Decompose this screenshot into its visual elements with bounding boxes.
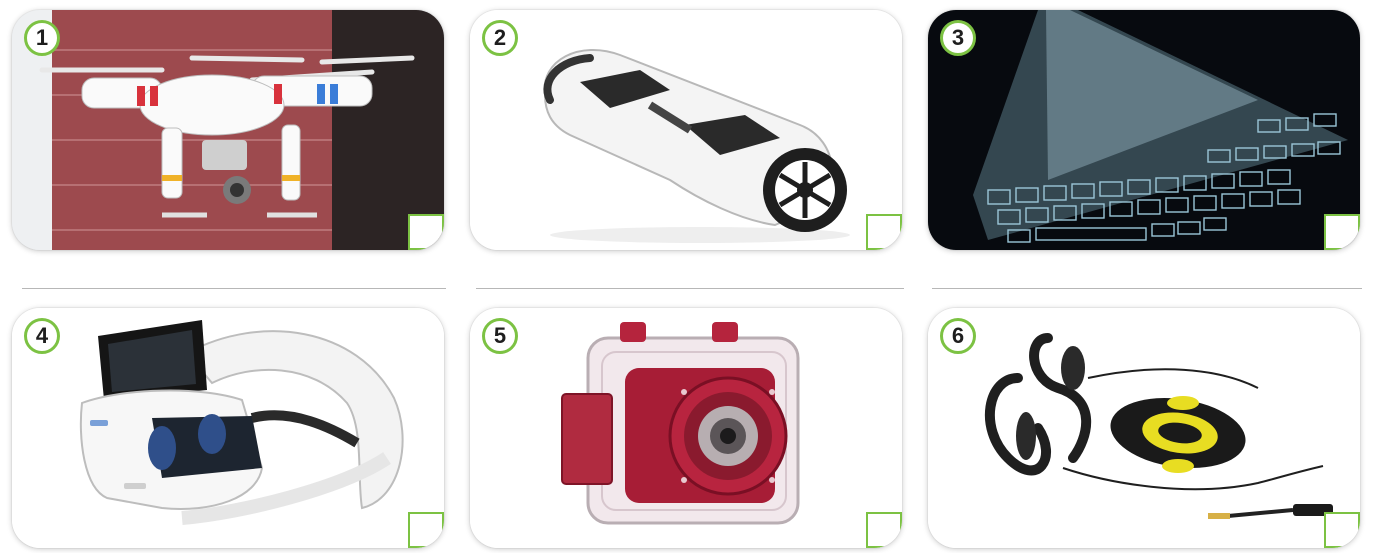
answer-checkbox[interactable] bbox=[866, 214, 902, 250]
item-number-badge: 4 bbox=[24, 318, 60, 354]
waterproof-headphones-image bbox=[928, 308, 1360, 548]
row-divider bbox=[476, 288, 904, 289]
answer-checkbox[interactable] bbox=[1324, 512, 1360, 548]
item-card-6: 6 bbox=[928, 308, 1360, 548]
item-number-badge: 2 bbox=[482, 20, 518, 56]
item-number-badge: 5 bbox=[482, 318, 518, 354]
projection-keyboard-image bbox=[928, 10, 1360, 250]
row-divider bbox=[932, 288, 1362, 289]
answer-checkbox[interactable] bbox=[866, 512, 902, 548]
item-number-badge: 3 bbox=[940, 20, 976, 56]
hoverboard-image bbox=[470, 10, 902, 250]
vr-headset-image bbox=[12, 308, 444, 548]
answer-checkbox[interactable] bbox=[1324, 214, 1360, 250]
item-number-badge: 6 bbox=[940, 318, 976, 354]
drone-image bbox=[12, 10, 444, 250]
waterproof-camera-image bbox=[470, 308, 902, 548]
item-number-badge: 1 bbox=[24, 20, 60, 56]
row-divider bbox=[22, 288, 446, 289]
item-card-3: 3 bbox=[928, 10, 1360, 250]
item-card-1: 1 bbox=[12, 10, 444, 250]
item-card-5: 5 bbox=[470, 308, 902, 548]
answer-checkbox[interactable] bbox=[408, 512, 444, 548]
item-card-2: 2 bbox=[470, 10, 902, 250]
item-card-4: 4 bbox=[12, 308, 444, 548]
answer-checkbox[interactable] bbox=[408, 214, 444, 250]
